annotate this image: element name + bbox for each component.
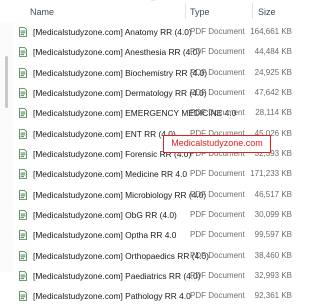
file-type: PDF Document [190,67,245,77]
file-type: PDF Document [190,108,245,118]
column-divider[interactable] [185,3,186,19]
file-list: [Medicalstudyzone.com] Anatomy RR (4.0) P… [0,22,300,307]
file-row[interactable]: [Medicalstudyzone.com] Orthopaedics RR (… [0,246,300,266]
pdf-document-icon [19,169,27,180]
file-type: PDF Document [190,88,245,98]
watermark-label: Medicalstudyzone.com [163,135,271,153]
file-size: 99,597 KB [254,230,292,240]
pdf-document-icon [19,149,27,159]
file-row[interactable]: [Medicalstudyzone.com] Paediatrics RR (4… [0,266,300,286]
file-name: [Medicalstudyzone.com] Optha RR 4.0 [33,230,177,241]
pdf-document-icon [19,210,27,220]
file-name: [Medicalstudyzone.com] Pathology RR 4.0 [33,291,191,302]
column-header-bar: ⌃ Name Type Size [0,0,300,22]
file-name: [Medicalstudyzone.com] Anatomy RR (4.0) [33,27,192,37]
pdf-document-icon [19,128,27,139]
file-type: PDF Document [190,250,245,260]
pdf-document-icon [19,250,27,261]
pdf-document-icon [19,189,27,200]
file-name: [Medicalstudyzone.com] Microbiology RR (… [33,189,207,200]
file-size: 30,099 KB [254,210,292,220]
file-name: [Medicalstudyzone.com] Dermatology RR (4… [33,88,207,99]
file-name: [Medicalstudyzone.com] Orthopaedics RR (… [33,250,209,261]
column-divider[interactable] [252,3,253,19]
file-name: [Medicalstudyzone.com] ENT RR (4.0) [33,128,176,139]
file-row[interactable]: [Medicalstudyzone.com] ObG RR (4.0) PDF D… [0,205,300,225]
file-type: PDF Document [190,230,245,240]
file-row[interactable]: [Medicalstudyzone.com] EMERGENCY MEDICIN… [0,103,300,123]
column-header-type[interactable]: Type [190,7,210,17]
file-row[interactable]: [Medicalstudyzone.com] Anatomy RR (4.0) P… [0,22,300,42]
file-row[interactable]: [Medicalstudyzone.com] Dermatology RR (4… [0,83,300,103]
pdf-document-icon [19,291,27,302]
file-type: PDF Document [190,210,245,220]
file-size: 24,925 KB [254,67,292,77]
file-name: [Medicalstudyzone.com] ObG RR (4.0) [33,210,177,221]
sort-chevron-icon: ⌃ [150,0,156,6]
file-size: 28,114 KB [255,108,292,118]
column-header-name[interactable]: Name [30,7,54,17]
file-size: 44,484 KB [254,47,292,57]
file-size: 38,460 KB [254,250,292,260]
file-row[interactable]: [Medicalstudyzone.com] Biochemistry RR (… [0,63,300,83]
file-row[interactable]: [Medicalstudyzone.com] Optha RR 4.0 PDF D… [0,225,300,245]
file-type: PDF Document [190,271,245,281]
file-size: 32,993 KB [254,271,292,281]
file-type: PDF Document [190,291,245,301]
column-header-size[interactable]: Size [258,7,276,17]
file-row[interactable]: [Medicalstudyzone.com] Anesthesia RR (4.… [0,42,300,62]
pdf-document-icon [19,230,27,241]
file-name: [Medicalstudyzone.com] Anesthesia RR (4.… [33,47,201,58]
file-name: [Medicalstudyzone.com] Medicine RR 4.0 [33,169,188,180]
file-row[interactable]: [Medicalstudyzone.com] Pathology RR 4.0 P… [0,286,300,306]
pdf-document-icon [19,271,27,282]
file-row[interactable]: [Medicalstudyzone.com] Microbiology RR (… [0,185,300,205]
file-name: [Medicalstudyzone.com] Paediatrics RR (4… [33,271,201,282]
pdf-document-icon [19,88,27,98]
file-size: 92,361 KB [254,291,292,301]
pdf-document-icon [19,47,27,58]
file-size: 46,517 KB [254,189,292,199]
pdf-document-icon [19,67,27,78]
file-type: PDF Document [190,27,245,36]
file-size: 171,233 KB [250,169,292,179]
file-row[interactable]: [Medicalstudyzone.com] Medicine RR 4.0 PD… [0,164,300,184]
file-size: 164,661 KB [250,27,292,36]
file-size: 47,642 KB [254,88,292,98]
pdf-document-icon [19,27,27,37]
file-type: PDF Document [190,189,245,199]
file-type: PDF Document [190,169,245,179]
pdf-document-icon [19,108,27,119]
file-type: PDF Document [190,47,245,57]
file-name: [Medicalstudyzone.com] Biochemistry RR (… [33,67,208,78]
